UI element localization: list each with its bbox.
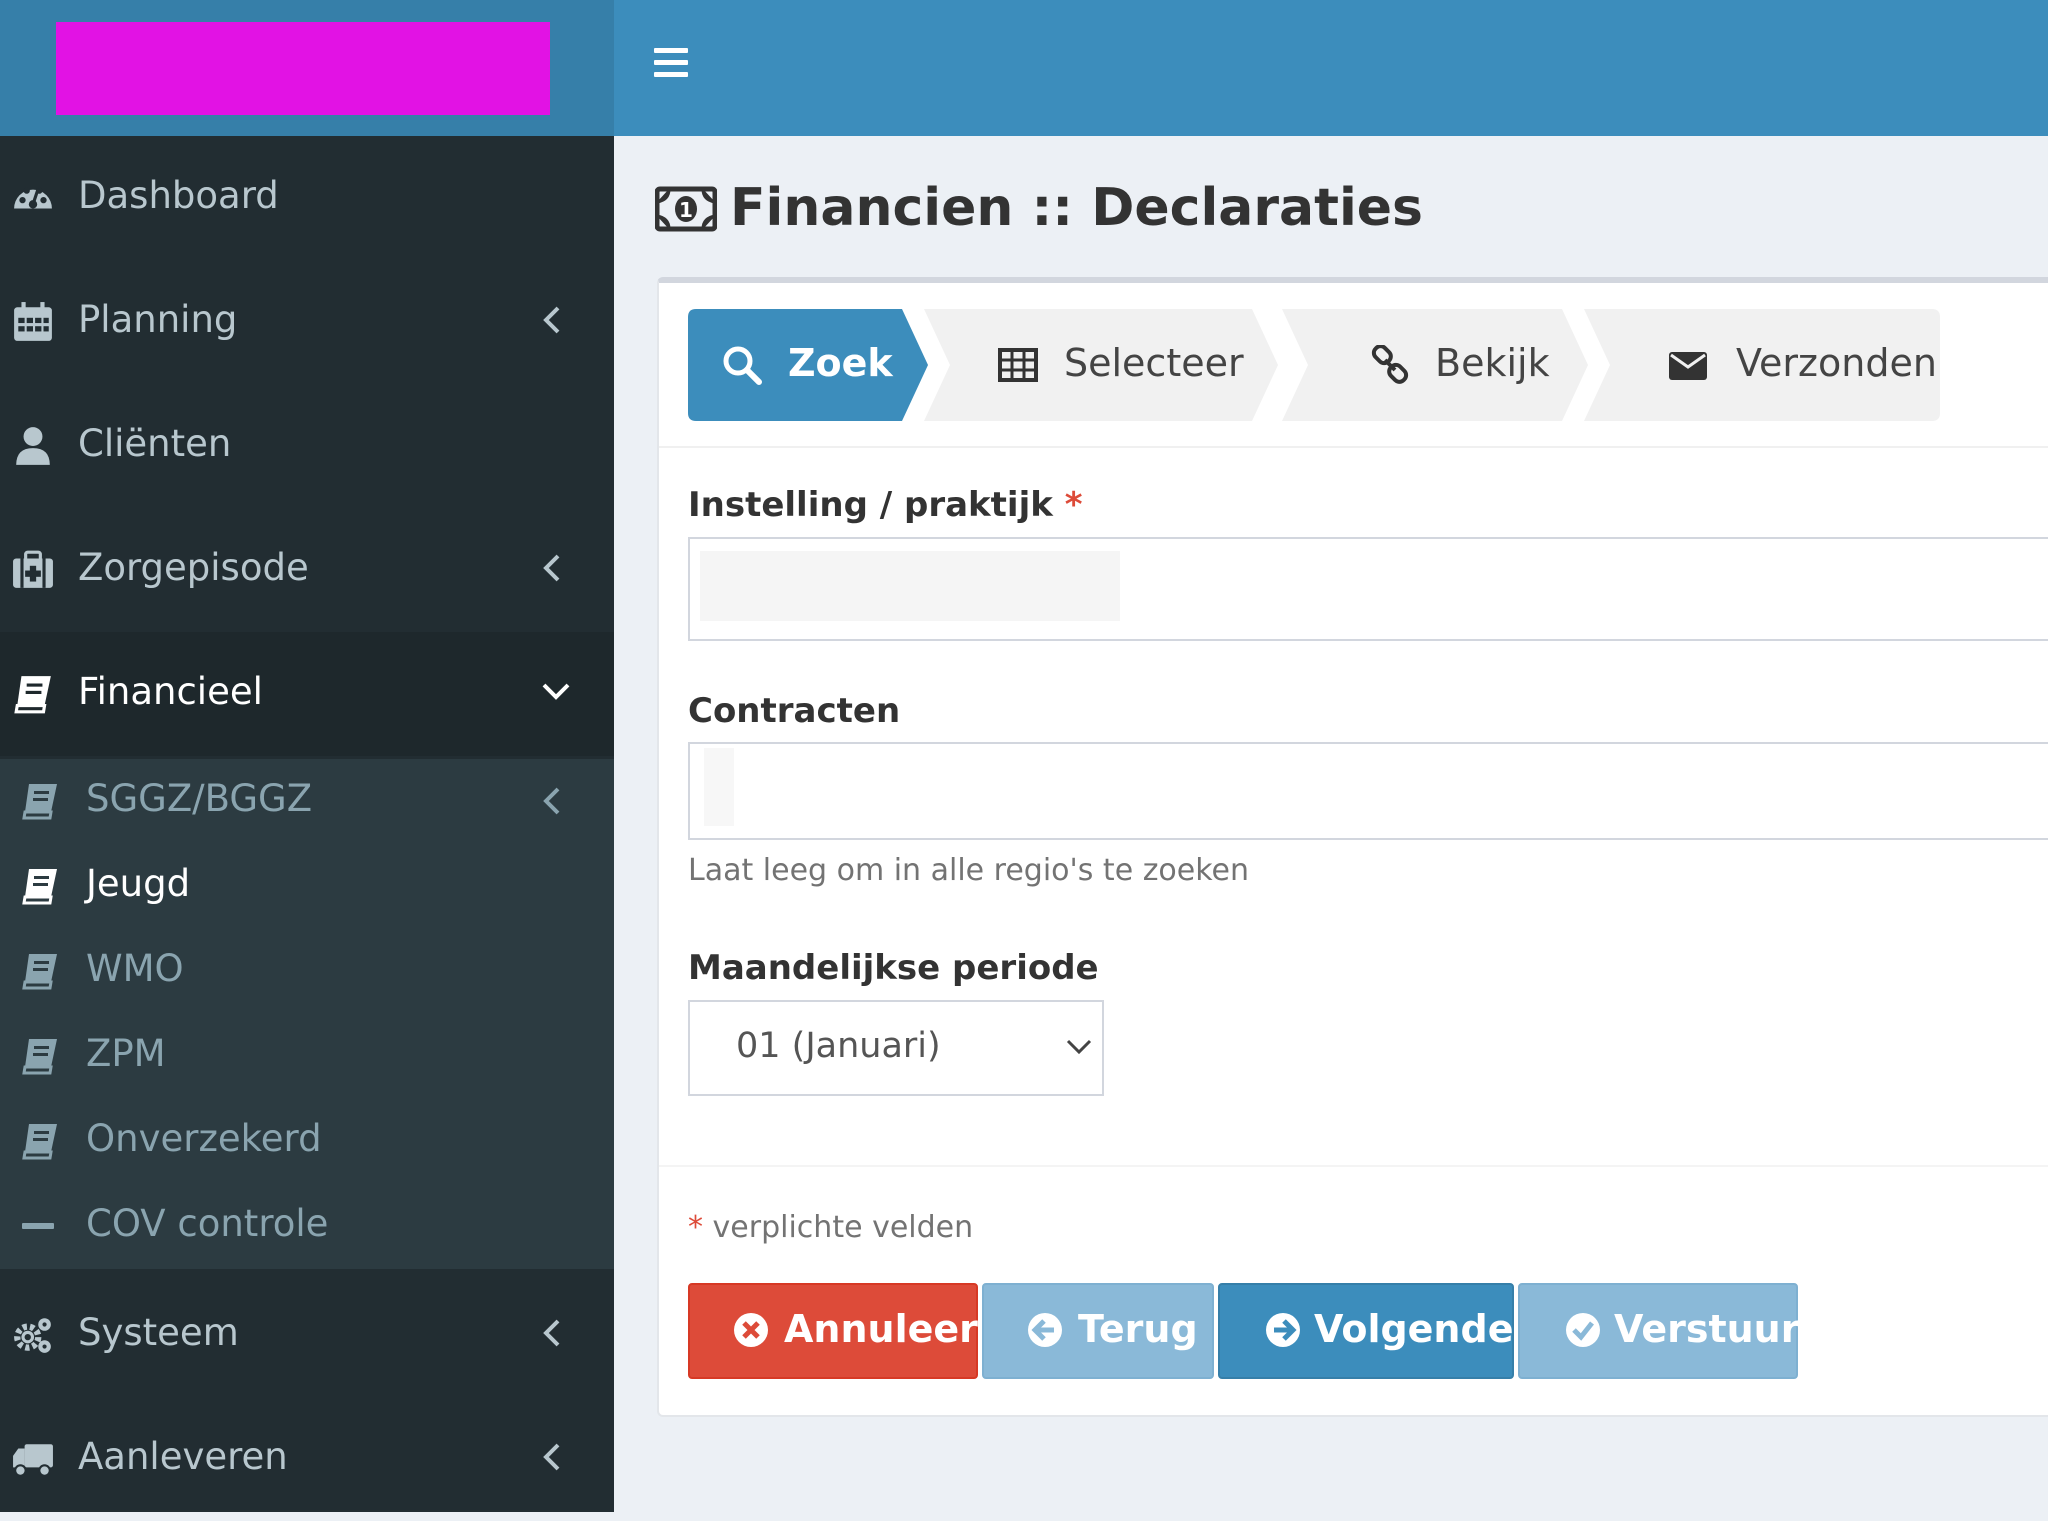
sidebar-item-label: Aanleveren [78,1435,288,1478]
sidebar-item-label: Dashboard [78,174,279,217]
step-verzonden[interactable]: Verzonden [1584,309,1940,421]
step-zoek[interactable]: Zoek [688,309,928,421]
sidebar-item-label: Financieel [78,670,263,713]
required-fields-note: * verplichte velden [688,1210,973,1245]
book-icon [22,784,57,820]
wizard-steps: Zoek Selecteer Bekijk Verzonden [688,309,1940,421]
step-bekijk[interactable]: Bekijk [1282,309,1588,421]
search-icon [723,346,762,385]
truck-icon [13,1444,53,1477]
contracten-field[interactable] [688,742,2048,840]
page-title: Financien :: Declaraties [730,178,1424,238]
step-label: Selecteer [1064,341,1244,385]
redacted-value [700,551,1120,621]
instelling-label: Instelling / praktijk * [688,485,1082,525]
link-icon [1371,345,1409,384]
sidebar-item-zorgepisode[interactable]: Zorgepisode [0,508,614,632]
cancel-button-label: Annuleer [784,1307,978,1351]
back-button-label: Terug [1078,1307,1198,1351]
chevron-left-icon [543,306,560,334]
top-navbar [614,0,2048,136]
submenu-item-label: COV controle [86,1202,329,1245]
menu-toggle-icon[interactable] [654,48,694,88]
instelling-field[interactable] [688,537,2048,641]
periode-label: Maandelijkse periode [688,948,1099,988]
book-icon [14,676,51,714]
sidebar-item-planning[interactable]: Planning [0,260,614,384]
arrow-circle-right-icon [1266,1313,1300,1347]
submenu-item-label: Onverzekerd [86,1117,322,1160]
financieel-submenu: SGGZ/BGGZ Jeugd WMO ZPM Onverzekerd COV … [0,759,614,1269]
chevron-left-icon [543,1319,560,1347]
cancel-button[interactable]: Annuleer [688,1283,978,1379]
send-button-label: Verstuur [1614,1307,1800,1351]
divider [659,1165,2048,1167]
step-label: Verzonden [1736,341,1937,385]
medkit-icon [13,550,53,588]
dashboard-icon [14,187,52,209]
submenu-item-label: Jeugd [86,862,191,905]
logo-redacted[interactable] [56,22,550,115]
instelling-label-text: Instelling / praktijk [688,485,1053,525]
submenu-item-cov-controle[interactable]: COV controle [0,1184,614,1269]
sidebar-item-label: Systeem [78,1311,239,1354]
required-marker: * [1064,485,1083,525]
divider [659,446,2048,448]
step-label: Bekijk [1435,341,1550,385]
times-circle-icon [734,1313,768,1347]
submenu-item-label: ZPM [86,1032,166,1075]
submenu-item-onverzekerd[interactable]: Onverzekerd [0,1099,614,1184]
money-icon: 1 [655,186,717,232]
book-icon [22,1039,57,1075]
sidebar-item-label: Cliënten [78,422,232,465]
sidebar-item-systeem[interactable]: Systeem [0,1273,614,1397]
next-button-label: Volgende [1314,1307,1514,1351]
sidebar-item-label: Zorgepisode [78,546,309,589]
periode-selected-value: 01 (Januari) [736,1026,941,1066]
book-icon [22,1124,57,1160]
check-circle-icon [1566,1313,1600,1347]
submenu-item-zpm[interactable]: ZPM [0,1014,614,1099]
required-marker: * [688,1210,703,1245]
sidebar-item-clienten[interactable]: Cliënten [0,384,614,508]
step-selecteer[interactable]: Selecteer [924,309,1278,421]
submenu-item-label: WMO [86,947,184,990]
chevron-down-icon [1066,1039,1092,1055]
periode-select[interactable]: 01 (Januari) [688,1000,1104,1096]
user-icon [16,427,50,465]
sidebar-item-label: Planning [78,298,238,341]
redacted-value [704,748,734,826]
send-button[interactable]: Verstuur [1518,1283,1800,1379]
minus-icon [22,1223,54,1229]
arrow-circle-left-icon [1028,1313,1062,1347]
sidebar-item-aanleveren[interactable]: Aanleveren [0,1397,614,1521]
submenu-item-label: SGGZ/BGGZ [86,777,313,820]
wizard-box [657,277,2048,1417]
chevron-left-icon [543,787,560,815]
sidebar-item-financieel[interactable]: Financieel [0,632,614,756]
contracten-label: Contracten [688,691,901,731]
contracten-help-text: Laat leeg om in alle regio's te zoeken [688,853,1250,888]
cogs-icon [14,1318,51,1353]
submenu-item-sggz-bggz[interactable]: SGGZ/BGGZ [0,759,614,844]
submenu-item-wmo[interactable]: WMO [0,929,614,1014]
table-icon [998,348,1038,382]
chevron-left-icon [543,1443,560,1471]
logo-area [0,0,614,136]
chevron-down-icon [542,683,570,700]
chevron-left-icon [543,554,560,582]
required-note-text: verplichte velden [712,1210,974,1245]
svg-text:1: 1 [679,198,693,222]
submenu-item-jeugd[interactable]: Jeugd [0,844,614,929]
book-icon [22,954,57,990]
envelope-icon [1669,352,1707,380]
calendar-icon [14,302,52,341]
sidebar-item-dashboard[interactable]: Dashboard [0,136,614,260]
next-button[interactable]: Volgende [1218,1283,1514,1379]
back-button[interactable]: Terug [982,1283,1214,1379]
book-icon [22,869,57,905]
step-label: Zoek [788,341,893,385]
